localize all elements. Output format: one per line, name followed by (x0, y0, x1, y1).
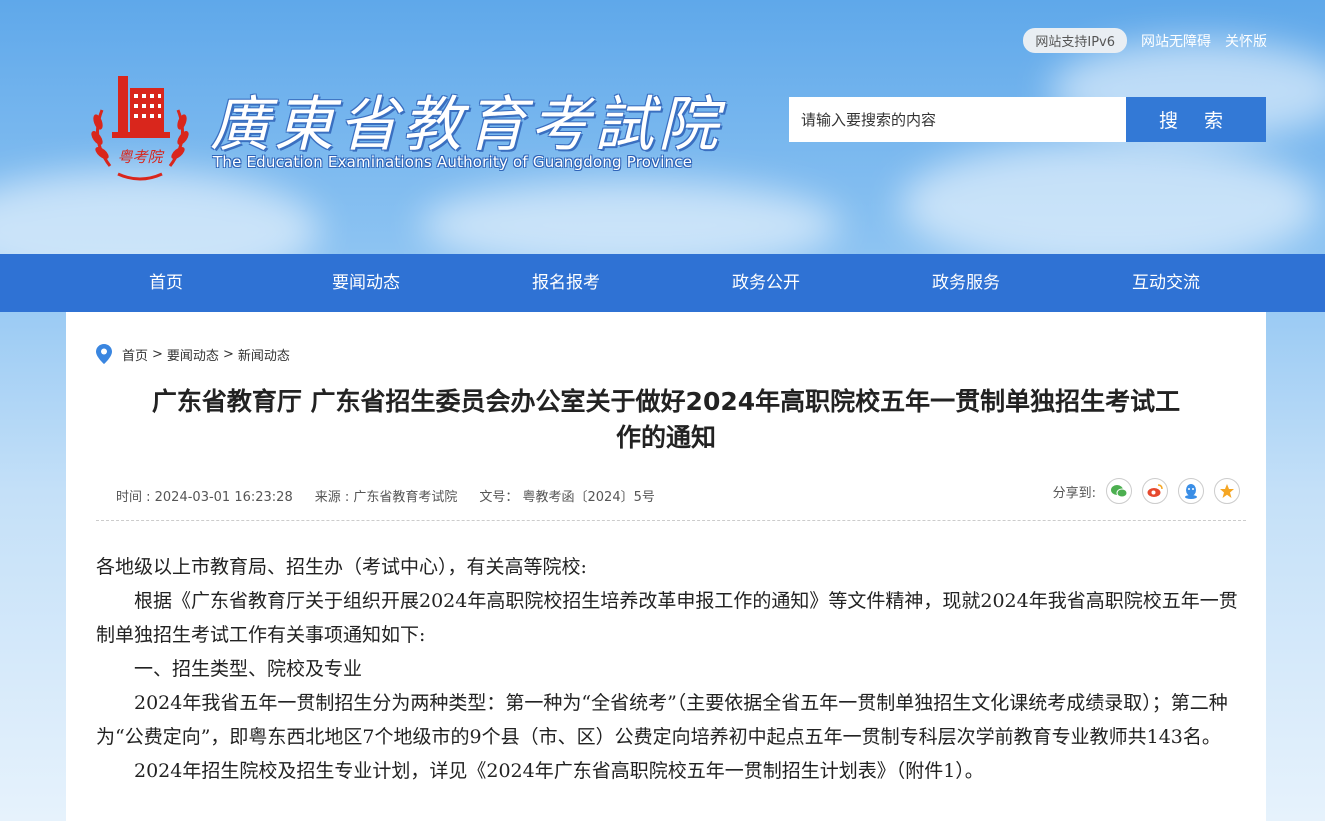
document-number: 文号： 粤教考函〔2024〕5号 (479, 490, 655, 505)
care-version-link[interactable]: 关怀版 (1225, 31, 1267, 51)
weibo-icon[interactable] (1142, 478, 1168, 504)
nav-item-registration[interactable]: 报名报考 (466, 254, 666, 312)
article-container: 首页 > 要闻动态 > 新闻动态 广东省教育厅 广东省招生委员会办公室关于做好2… (66, 312, 1266, 821)
site-subtitle-en: The Education Examinations Authority of … (213, 153, 693, 171)
main-nav: 首页 要闻动态 报名报考 政务公开 政务服务 互动交流 (0, 254, 1325, 312)
ipv6-badge[interactable]: 网站支持IPv6 (1023, 28, 1127, 53)
article-salutation: 各地级以上市教育局、招生办（考试中心），有关高等院校: (96, 556, 587, 578)
qzone-icon[interactable] (1214, 478, 1240, 504)
nav-item-services[interactable]: 政务服务 (866, 254, 1066, 312)
location-pin-icon (96, 344, 112, 364)
article-title-line2: 作的通知 (615, 423, 716, 452)
top-links: 网站支持IPv6 网站无障碍 关怀版 (1023, 28, 1267, 53)
emblem-text: 粤考院 (117, 148, 164, 166)
logo-emblem-icon[interactable]: 粤考院 (88, 70, 192, 182)
article-body: 各地级以上市教育局、招生办（考试中心），有关高等院校: 根据《广东省教育厅关于组… (96, 550, 1248, 788)
article-paragraph: 根据《广东省教育厅关于组织开展2024年高职院校招生培养改革申报工作的通知》等文… (96, 590, 1238, 646)
article-source: 来源 : 广东省教育考试院 (314, 490, 458, 505)
article-title: 广东省教育厅 广东省招生委员会办公室关于做好2024年高职院校五年一贯制单独招生… (86, 384, 1246, 456)
accessibility-link[interactable]: 网站无障碍 (1141, 31, 1211, 51)
wechat-icon[interactable] (1106, 478, 1132, 504)
article-title-line1: 广东省教育厅 广东省招生委员会办公室关于做好2024年高职院校五年一贯制单独招生… (151, 387, 1181, 416)
article-meta: 时间 : 2024-03-01 16:23:28 来源 : 广东省教育考试院 文… (116, 486, 655, 505)
breadcrumb-separator: > (222, 346, 234, 362)
breadcrumb-current[interactable]: 新闻动态 (238, 345, 290, 364)
nav-item-government-affairs[interactable]: 政务公开 (666, 254, 866, 312)
qq-icon[interactable] (1178, 478, 1204, 504)
article-section-heading: 一、招生类型、院校及专业 (134, 658, 363, 680)
nav-item-interaction[interactable]: 互动交流 (1066, 254, 1266, 312)
breadcrumb-news[interactable]: 要闻动态 (167, 345, 219, 364)
meta-divider (96, 520, 1246, 521)
header-banner: 网站支持IPv6 网站无障碍 关怀版 粤考院 廣東省教育考試院 The Educ… (0, 0, 1325, 254)
breadcrumb-separator: > (152, 346, 163, 362)
share-bar: 分享到: (1053, 478, 1240, 504)
nav-item-home[interactable]: 首页 (66, 254, 266, 312)
search-bar: 搜 索 (789, 97, 1266, 142)
publish-time: 时间 : 2024-03-01 16:23:28 (116, 490, 293, 505)
share-label: 分享到: (1052, 485, 1096, 501)
breadcrumb: 首页 > 要闻动态 > 新闻动态 (96, 344, 290, 364)
search-button[interactable]: 搜 索 (1126, 97, 1266, 142)
breadcrumb-home[interactable]: 首页 (122, 345, 148, 364)
article-paragraph: 2024年我省五年一贯制招生分为两种类型：第一种为“全省统考”（主要依据全省五年… (96, 692, 1228, 748)
site-title[interactable]: 廣東省教育考試院 (210, 76, 722, 163)
search-input[interactable] (789, 97, 1126, 142)
nav-item-news[interactable]: 要闻动态 (266, 254, 466, 312)
article-paragraph: 2024年招生院校及招生专业计划，详见《2024年广东省高职院校五年一贯制招生计… (134, 760, 984, 782)
